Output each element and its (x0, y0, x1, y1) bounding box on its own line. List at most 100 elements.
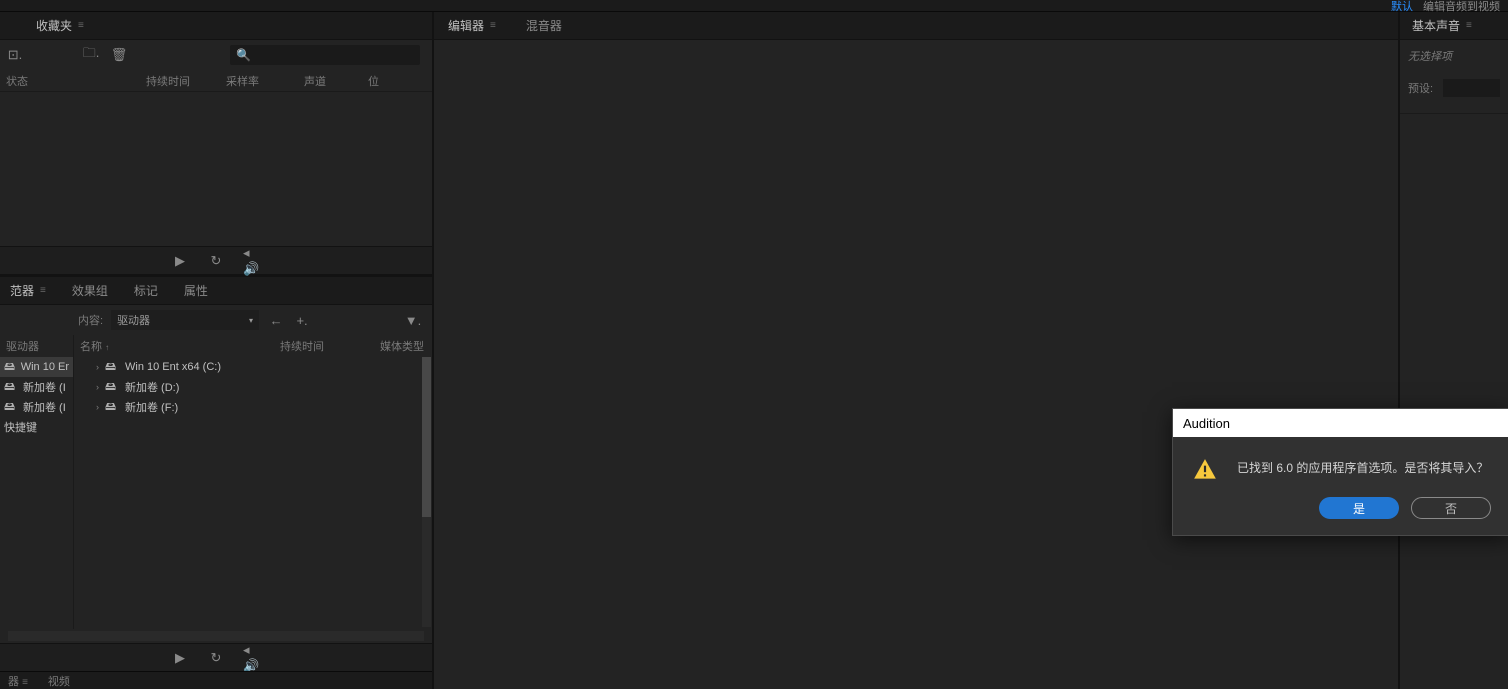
drive-tree-item-label: 快捷键 (4, 419, 37, 435)
add-icon[interactable]: +. (293, 311, 311, 329)
essential-sound-panel: 基本声音 ≡ 无选择项 预设: (1400, 12, 1508, 114)
scrollbar-thumb[interactable] (422, 357, 431, 517)
content-dropdown[interactable]: 驱动器 ▾ (111, 310, 259, 330)
col-mediatype[interactable]: 媒体类型 (380, 338, 424, 354)
import-preferences-dialog: Audition 已找到 6.0 的应用程序首选项。是否将其导入？ 是 否 (1172, 408, 1508, 536)
drive-tree-item[interactable]: 🖴 新加卷 (I (0, 397, 73, 417)
tab-favorites-label: 收藏夹 (36, 17, 72, 34)
tab-mixer[interactable]: 混音器 (522, 11, 566, 40)
tab-markers[interactable]: 标记 (130, 276, 162, 305)
tab-browser-label: 范器 (10, 282, 34, 299)
left-column: 收藏夹 ≡ ⊡. 🗀. 🗑 🔍 状态 持续时间 采样率 声道 位 (0, 12, 432, 689)
list-item-label: 新加卷 (F:) (125, 399, 178, 415)
favorites-body (0, 92, 432, 246)
main-layout: 收藏夹 ≡ ⊡. 🗀. 🗑 🔍 状态 持续时间 采样率 声道 位 (0, 12, 1508, 689)
browser-transport: ▶ ↻ ◂🔊 (0, 643, 432, 671)
right-column: 基本声音 ≡ 无选择项 预设: (1398, 12, 1508, 689)
list-item[interactable]: › 🖴 新加卷 (D:) (74, 377, 432, 397)
yes-button[interactable]: 是 (1319, 497, 1399, 519)
no-selection-text: 无选择项 (1400, 40, 1508, 72)
drive-tree-item[interactable]: 快捷键 (0, 417, 73, 437)
favorites-columns-header: 状态 持续时间 采样率 声道 位 (0, 70, 432, 92)
favorites-toolbar: ⊡. 🗀. 🗑 🔍 (0, 40, 432, 70)
preset-label: 预设: (1408, 80, 1433, 96)
drive-list-columns: 名称 ↑ 持续时间 媒体类型 (74, 335, 432, 357)
autoplay-icon[interactable]: ◂🔊 (243, 252, 261, 270)
bottom-strip: 器 ≡ 视频 (0, 671, 432, 689)
media-browser-panel: 范器 ≡ 效果组 标记 属性 内容: 驱动器 ▾ ← +. ▼. (0, 277, 432, 689)
dropdown-value: 驱动器 (117, 312, 150, 328)
dialog-title: Audition (1173, 409, 1508, 437)
favorites-transport: ▶ ↻ ◂🔊 (0, 246, 432, 274)
drive-tree-item-label: 新加卷 (I (23, 399, 66, 415)
expand-arrow-icon[interactable]: › (96, 402, 99, 412)
col-name[interactable]: 名称 ↑ (80, 338, 280, 354)
content-label: 内容: (78, 312, 103, 328)
back-arrow-icon[interactable]: ← (267, 311, 285, 329)
drive-icon: 🖴 (4, 358, 16, 377)
drive-tree-item[interactable]: 🖴 Win 10 Er (0, 357, 73, 377)
browser-tabs: 范器 ≡ 效果组 标记 属性 (0, 277, 432, 305)
play-icon[interactable]: ▶ (171, 252, 189, 270)
favorites-tabs: 收藏夹 ≡ (0, 12, 432, 40)
drive-icon: 🖴 (105, 358, 119, 377)
dialog-buttons: 是 否 (1173, 497, 1508, 535)
import-file-icon[interactable]: ⊡. (6, 46, 24, 64)
drive-tree-item-label: 新加卷 (I (23, 379, 66, 395)
list-item[interactable]: › 🖴 新加卷 (F:) (74, 397, 432, 417)
vertical-scrollbar[interactable] (422, 357, 431, 627)
browser-content-row: 内容: 驱动器 ▾ ← +. ▼. (0, 305, 432, 335)
expand-arrow-icon[interactable]: › (96, 362, 99, 372)
play-icon[interactable]: ▶ (171, 649, 189, 667)
tab-essential-sound-label: 基本声音 (1412, 17, 1460, 34)
filter-icon[interactable]: ▼. (404, 311, 422, 329)
tab-effects[interactable]: 效果组 (68, 276, 112, 305)
col-duration[interactable]: 持续时间 (140, 73, 220, 89)
center-tabs: 编辑器 ≡ 混音器 (434, 12, 1398, 40)
drive-icon: 🖴 (4, 378, 18, 397)
tab-browser[interactable]: 范器 ≡ (6, 276, 50, 305)
no-button[interactable]: 否 (1411, 497, 1491, 519)
drive-list-right: 名称 ↑ 持续时间 媒体类型 › 🖴 Win 10 Ent x64 (C:) › (74, 335, 432, 629)
drive-icon: 🖴 (105, 398, 119, 417)
col-samplerate[interactable]: 采样率 (220, 73, 298, 89)
panel-menu-icon[interactable]: ≡ (490, 20, 496, 31)
tab-editor-label: 编辑器 (448, 17, 484, 34)
tab-essential-sound[interactable]: 基本声音 ≡ (1408, 11, 1476, 40)
bottom-item[interactable]: 视频 (48, 673, 70, 689)
dialog-message: 已找到 6.0 的应用程序首选项。是否将其导入？ (1237, 457, 1488, 477)
panel-menu-icon[interactable]: ≡ (1466, 20, 1472, 31)
preset-dropdown[interactable] (1443, 79, 1500, 97)
dialog-body: 已找到 6.0 的应用程序首选项。是否将其导入？ (1173, 437, 1508, 497)
col-bit[interactable]: 位 (362, 73, 385, 89)
horizontal-scrollbar[interactable] (8, 631, 424, 641)
loop-icon[interactable]: ↻ (207, 252, 225, 270)
drive-tree-item[interactable]: 🖴 新加卷 (I (0, 377, 73, 397)
search-input[interactable]: 🔍 (230, 45, 420, 65)
favorites-panel: 收藏夹 ≡ ⊡. 🗀. 🗑 🔍 状态 持续时间 采样率 声道 位 (0, 12, 432, 274)
chevron-down-icon: ▾ (249, 316, 253, 325)
top-toolbar: 默认 编辑音频到视频 (0, 0, 1508, 12)
col-channel[interactable]: 声道 (298, 73, 362, 89)
search-icon: 🔍 (236, 48, 251, 62)
col-status[interactable]: 状态 (0, 73, 140, 89)
list-item-label: 新加卷 (D:) (125, 379, 179, 395)
drive-icon: 🖴 (105, 378, 119, 397)
trash-icon[interactable]: 🗑 (110, 46, 128, 64)
drive-tree-left: 驱动器 🖴 Win 10 Er 🖴 新加卷 (I 🖴 新加卷 (I 快捷 (0, 335, 74, 629)
preset-row: 预设: (1400, 72, 1508, 104)
list-item-label: Win 10 Ent x64 (C:) (125, 361, 221, 373)
bottom-item[interactable]: 器 ≡ (8, 673, 28, 689)
tab-editor[interactable]: 编辑器 ≡ (444, 11, 500, 40)
col-duration[interactable]: 持续时间 (280, 338, 380, 354)
loop-icon[interactable]: ↻ (207, 649, 225, 667)
folder-icon[interactable]: 🗀. (82, 46, 100, 64)
autoplay-icon[interactable]: ◂🔊 (243, 649, 261, 667)
panel-menu-icon[interactable]: ≡ (78, 20, 84, 31)
expand-arrow-icon[interactable]: › (96, 382, 99, 392)
panel-menu-icon[interactable]: ≡ (40, 285, 46, 296)
tab-favorites[interactable]: 收藏夹 ≡ (32, 11, 88, 40)
list-item[interactable]: › 🖴 Win 10 Ent x64 (C:) (74, 357, 432, 377)
tab-properties[interactable]: 属性 (180, 276, 212, 305)
drive-tree-header[interactable]: 驱动器 (0, 335, 73, 357)
